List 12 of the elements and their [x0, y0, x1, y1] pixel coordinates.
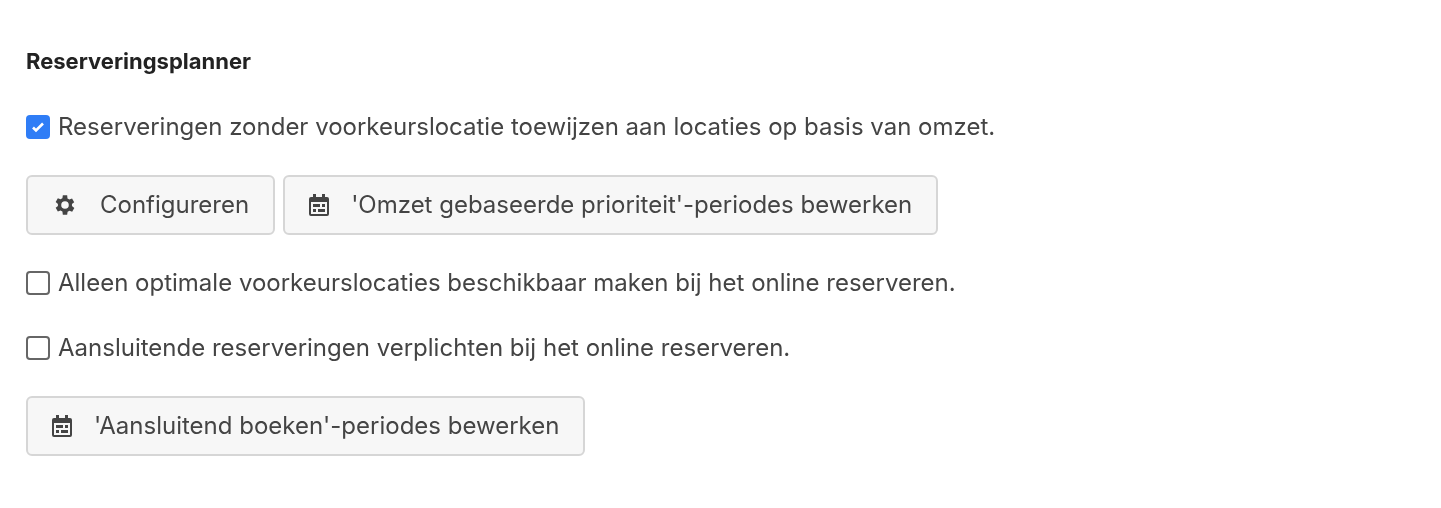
action-button[interactable]: Configureren	[26, 175, 276, 235]
checkbox[interactable]	[26, 115, 50, 139]
checkbox[interactable]	[26, 271, 50, 295]
calendar-icon	[309, 194, 330, 216]
checkbox-label: Reserveringen zonder voorkeurslocatie toewijzen aan locaties op basis van omzet.	[58, 111, 996, 143]
checkbox-label: Alleen optimale voorkeurslocaties beschikbaar maken bij het online reserveren.	[58, 267, 956, 299]
action-button[interactable]: 'Aansluitend boeken'-periodes bewerken	[26, 396, 586, 456]
section-title: Reserveringsplanner	[26, 47, 252, 76]
calendar-icon	[52, 415, 72, 437]
checkbox-label: Aansluitende reserveringen verplichten bij het online reserveren.	[58, 332, 791, 364]
checkbox[interactable]	[26, 336, 50, 360]
action-button[interactable]: 'Omzet gebaseerde prioriteit'-periodes bewerken	[283, 175, 939, 235]
